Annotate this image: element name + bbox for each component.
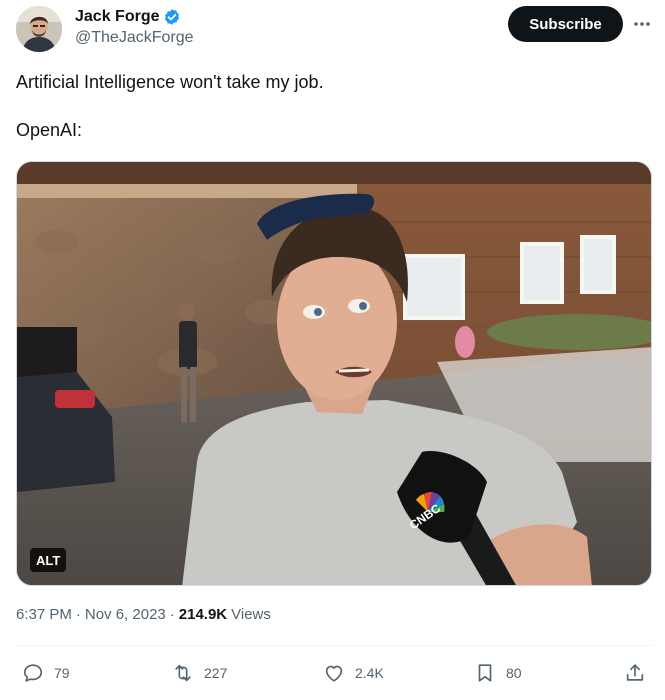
share-icon bbox=[626, 664, 644, 681]
verified-badge-icon[interactable] bbox=[163, 8, 181, 26]
author-display-name[interactable]: Jack Forge bbox=[75, 8, 159, 26]
bookmark-button[interactable]: 80 bbox=[474, 656, 522, 690]
more-horizontal-icon[interactable] bbox=[632, 12, 652, 36]
views-count: 214.9K bbox=[178, 606, 228, 623]
tweet: Jack Forge @TheJackForge Subscribe Artif… bbox=[0, 0, 665, 700]
tweet-time[interactable]: 6:37 PM bbox=[16, 606, 72, 623]
subscribe-button[interactable]: Subscribe bbox=[508, 6, 623, 42]
reply-icon bbox=[23, 664, 43, 682]
reply-count: 79 bbox=[54, 665, 70, 681]
tweet-text: Artificial Intelligence won't take my jo… bbox=[16, 70, 636, 142]
divider bbox=[16, 645, 652, 646]
avatar-image bbox=[16, 6, 62, 52]
like-button[interactable]: 2.4K bbox=[323, 656, 384, 690]
retweet-button[interactable]: 227 bbox=[172, 656, 227, 690]
retweet-count: 227 bbox=[204, 665, 228, 681]
author-avatar[interactable] bbox=[16, 6, 62, 52]
tweet-photo[interactable]: CNBC ALT bbox=[16, 161, 652, 586]
tweet-date[interactable]: Nov 6, 2023 bbox=[85, 606, 166, 623]
author-handle[interactable]: @TheJackForge bbox=[75, 29, 194, 47]
bookmark-icon bbox=[478, 664, 492, 682]
share-button[interactable] bbox=[624, 656, 646, 690]
like-count: 2.4K bbox=[355, 665, 384, 681]
views-label: Views bbox=[231, 606, 271, 623]
author-info: Jack Forge @TheJackForge bbox=[75, 6, 194, 47]
alt-text-badge[interactable]: ALT bbox=[30, 548, 67, 572]
reply-button[interactable]: 79 bbox=[22, 656, 70, 690]
tweet-meta: 6:37 PM · Nov 6, 2023 · 214.9K Views bbox=[16, 606, 271, 623]
tweet-text-line-2: OpenAI: bbox=[16, 120, 83, 140]
meta-separator: · bbox=[75, 606, 81, 623]
heart-icon bbox=[325, 665, 343, 682]
meta-separator: · bbox=[169, 606, 175, 623]
bookmark-count: 80 bbox=[506, 665, 522, 681]
action-bar: 79 227 2.4K 80 bbox=[0, 656, 665, 690]
retweet-icon bbox=[175, 664, 191, 682]
tweet-text-line-1: Artificial Intelligence won't take my jo… bbox=[16, 72, 324, 92]
photo-illustration: CNBC bbox=[17, 162, 651, 585]
name-row: Jack Forge bbox=[75, 6, 194, 28]
